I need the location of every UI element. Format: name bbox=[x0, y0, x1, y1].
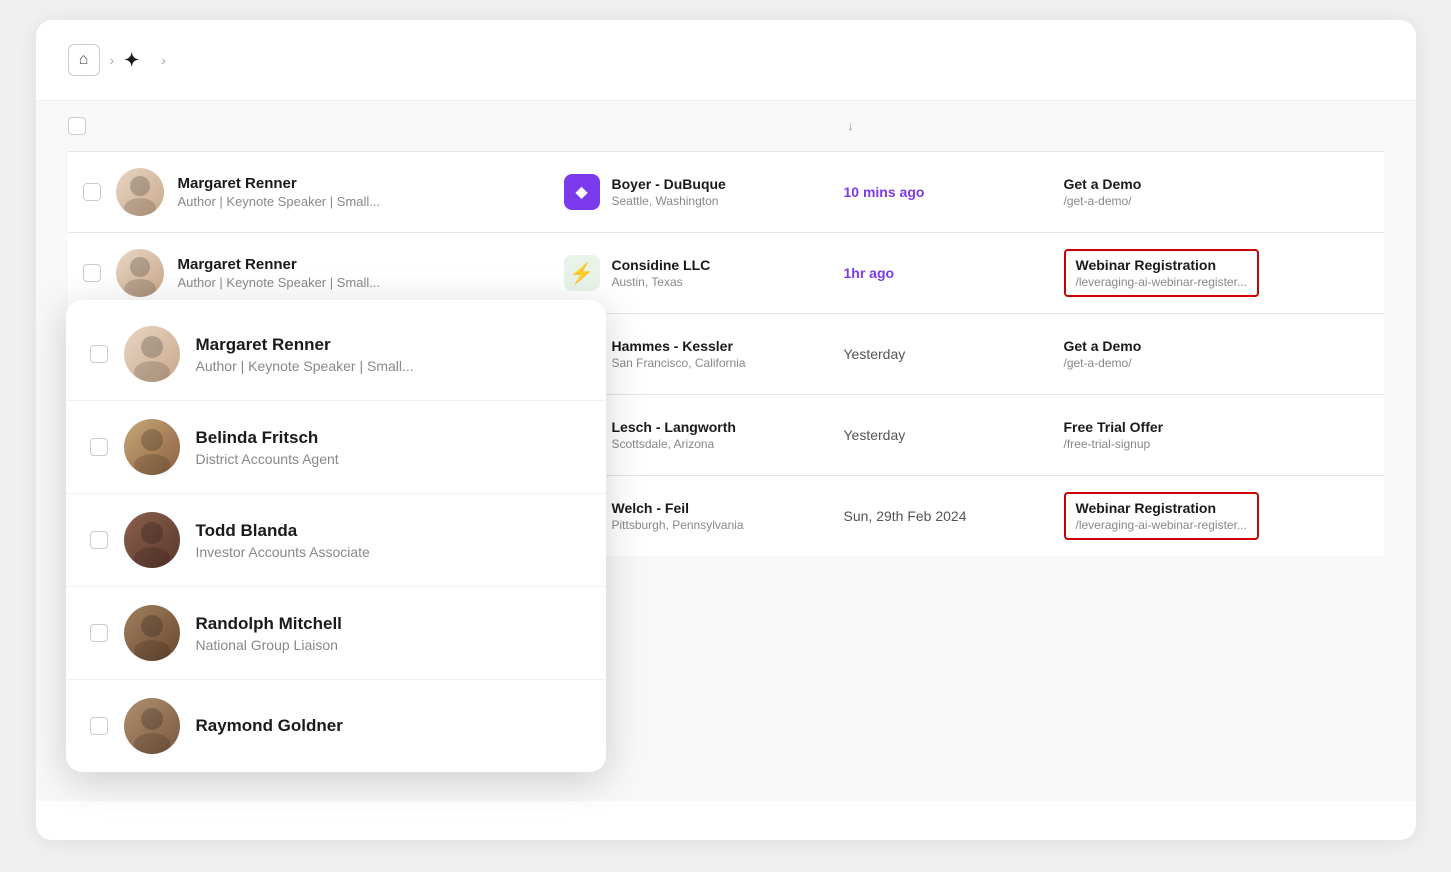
business-cell: ≋ Welch - Feil Pittsburgh, Pennsylvania bbox=[564, 498, 844, 534]
breadcrumb: ⌂ › ✦ › bbox=[36, 20, 1416, 101]
card-list-item[interactable]: Margaret Renner Author | Keynote Speaker… bbox=[66, 308, 606, 401]
business-name: Welch - Feil bbox=[612, 500, 744, 516]
card-avatar bbox=[124, 605, 180, 661]
page-name: Free Trial Offer bbox=[1064, 419, 1384, 435]
row-checkbox[interactable] bbox=[83, 264, 101, 282]
date-visited: 1hr ago bbox=[844, 265, 1064, 281]
date-visited: Sun, 29th Feb 2024 bbox=[844, 508, 1064, 524]
home-button[interactable]: ⌂ bbox=[68, 44, 100, 76]
header-date-visited[interactable]: ↓ bbox=[844, 119, 1064, 133]
card-info: Margaret Renner Author | Keynote Speaker… bbox=[196, 335, 414, 374]
card-name: Raymond Goldner bbox=[196, 716, 343, 736]
business-name: Considine LLC bbox=[612, 257, 711, 273]
date-visited: Yesterday bbox=[844, 346, 1064, 362]
workspace-breadcrumb[interactable]: ✦ bbox=[124, 50, 151, 71]
table-header: ↓ bbox=[68, 101, 1384, 152]
page-cell: Webinar Registration /leveraging-ai-webi… bbox=[1064, 249, 1384, 297]
lead-cell: Margaret Renner Author | Keynote Speaker… bbox=[116, 152, 564, 232]
business-logo: ◆ bbox=[564, 174, 600, 210]
date-visited: Yesterday bbox=[844, 427, 1064, 443]
card-title: Investor Accounts Associate bbox=[196, 544, 370, 560]
header-checkbox-col bbox=[68, 117, 116, 135]
business-location: Pittsburgh, Pennsylvania bbox=[612, 518, 744, 532]
main-container: ⌂ › ✦ › ↓ bbox=[36, 20, 1416, 840]
spark-icon: ✦ bbox=[124, 50, 139, 71]
page-url: /leveraging-ai-webinar-register... bbox=[1076, 275, 1247, 289]
page-url: /get-a-demo/ bbox=[1064, 194, 1384, 208]
page-name: Get a Demo bbox=[1064, 338, 1384, 354]
business-cell: ◆ Boyer - DuBuque Seattle, Washington bbox=[564, 174, 844, 210]
card-checkbox[interactable] bbox=[90, 624, 108, 642]
page-cell: Get a Demo /get-a-demo/ bbox=[1064, 338, 1384, 370]
card-list-item[interactable]: Randolph Mitchell National Group Liaison bbox=[66, 587, 606, 680]
card-checkbox[interactable] bbox=[90, 717, 108, 735]
card-name: Margaret Renner bbox=[196, 335, 414, 355]
card-info: Todd Blanda Investor Accounts Associate bbox=[196, 521, 370, 560]
card-avatar bbox=[124, 326, 180, 382]
card-title: District Accounts Agent bbox=[196, 451, 339, 467]
card-list-item[interactable]: Belinda Fritsch District Accounts Agent bbox=[66, 401, 606, 494]
card-checkbox[interactable] bbox=[90, 345, 108, 363]
lead-name: Margaret Renner bbox=[178, 175, 381, 192]
card-title: National Group Liaison bbox=[196, 637, 342, 653]
business-location: Scottsdale, Arizona bbox=[612, 437, 736, 451]
avatar bbox=[116, 168, 164, 216]
card-title: Author | Keynote Speaker | Small... bbox=[196, 358, 414, 374]
page-url: /leveraging-ai-webinar-register... bbox=[1076, 518, 1247, 532]
business-cell: ⚡ Considine LLC Austin, Texas bbox=[564, 255, 844, 291]
page-name: Get a Demo bbox=[1064, 176, 1384, 192]
breadcrumb-sep-2: › bbox=[161, 52, 166, 68]
card-checkbox[interactable] bbox=[90, 531, 108, 549]
home-icon: ⌂ bbox=[79, 51, 89, 69]
lead-name: Margaret Renner bbox=[178, 256, 381, 273]
business-location: Seattle, Washington bbox=[612, 194, 726, 208]
page-cell: Get a Demo /get-a-demo/ bbox=[1064, 176, 1384, 208]
business-logo: ⚡ bbox=[564, 255, 600, 291]
card-avatar bbox=[124, 698, 180, 754]
lead-title: Author | Keynote Speaker | Small... bbox=[178, 194, 381, 209]
card-info: Belinda Fritsch District Accounts Agent bbox=[196, 428, 339, 467]
avatar bbox=[116, 249, 164, 297]
date-visited: 10 mins ago bbox=[844, 184, 1064, 200]
card-info: Randolph Mitchell National Group Liaison bbox=[196, 614, 342, 653]
business-name: Boyer - DuBuque bbox=[612, 176, 726, 192]
select-all-checkbox[interactable] bbox=[68, 117, 86, 135]
card-name: Todd Blanda bbox=[196, 521, 370, 541]
card-checkbox[interactable] bbox=[90, 438, 108, 456]
page-url: /free-trial-signup bbox=[1064, 437, 1384, 451]
card-info: Raymond Goldner bbox=[196, 716, 343, 736]
page-url: /get-a-demo/ bbox=[1064, 356, 1384, 370]
card-list-item[interactable]: Todd Blanda Investor Accounts Associate bbox=[66, 494, 606, 587]
floating-card: Margaret Renner Author | Keynote Speaker… bbox=[66, 300, 606, 772]
table-row[interactable]: Margaret Renner Author | Keynote Speaker… bbox=[68, 152, 1384, 233]
sort-icon: ↓ bbox=[848, 119, 854, 133]
page-cell: Webinar Registration /leveraging-ai-webi… bbox=[1064, 492, 1384, 540]
business-cell: ● Hammes - Kessler San Francisco, Califo… bbox=[564, 336, 844, 372]
card-avatar bbox=[124, 512, 180, 568]
page-name: Webinar Registration bbox=[1076, 500, 1247, 516]
page-name: Webinar Registration bbox=[1076, 257, 1247, 273]
business-name: Hammes - Kessler bbox=[612, 338, 746, 354]
business-cell: ◑ Lesch - Langworth Scottsdale, Arizona bbox=[564, 417, 844, 453]
business-location: Austin, Texas bbox=[612, 275, 711, 289]
page-cell: Free Trial Offer /free-trial-signup bbox=[1064, 419, 1384, 451]
card-name: Randolph Mitchell bbox=[196, 614, 342, 634]
card-list-item[interactable]: Raymond Goldner bbox=[66, 680, 606, 764]
business-name: Lesch - Langworth bbox=[612, 419, 736, 435]
business-location: San Francisco, California bbox=[612, 356, 746, 370]
breadcrumb-sep-1: › bbox=[110, 52, 115, 68]
row-checkbox[interactable] bbox=[83, 183, 101, 201]
lead-title: Author | Keynote Speaker | Small... bbox=[178, 275, 381, 290]
card-avatar bbox=[124, 419, 180, 475]
card-name: Belinda Fritsch bbox=[196, 428, 339, 448]
